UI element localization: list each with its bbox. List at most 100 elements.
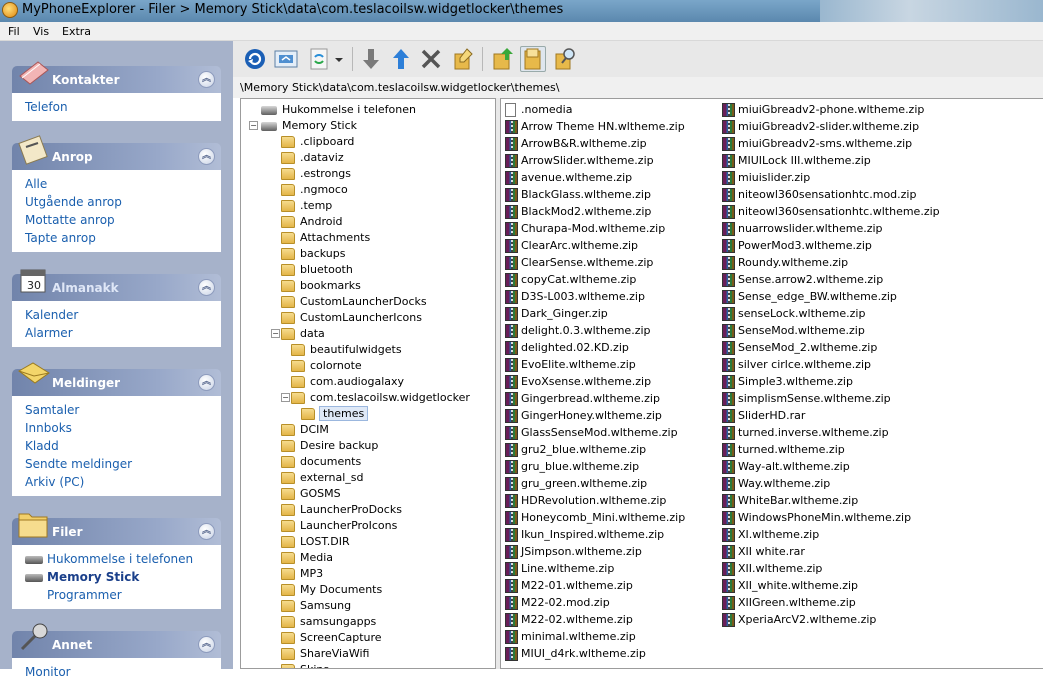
tree-node[interactable]: external_sd	[281, 470, 363, 486]
file-item[interactable]: XIIGreen.wltheme.zip	[722, 594, 856, 611]
tree-node[interactable]: .dataviz	[281, 150, 344, 166]
file-item[interactable]: MIUI_d4rk.wltheme.zip	[505, 645, 646, 662]
file-item[interactable]: WhiteBar.wltheme.zip	[722, 492, 858, 509]
file-item[interactable]: XI.wltheme.zip	[722, 526, 819, 543]
file-item[interactable]: BlackMod2.wltheme.zip	[505, 203, 651, 220]
tree-node[interactable]: .clipboard	[281, 134, 354, 150]
tree-node[interactable]: documents	[281, 454, 361, 470]
file-item[interactable]: M22-02.mod.zip	[505, 594, 610, 611]
tree-node[interactable]: bookmarks	[281, 278, 361, 294]
sidebar-item[interactable]: Mottatte anrop	[25, 211, 220, 229]
search-button[interactable]	[552, 46, 578, 72]
file-item[interactable]: delighted.02.KD.zip	[505, 339, 629, 356]
tree-node[interactable]: beautifulwidgets	[291, 342, 402, 358]
file-item[interactable]: EvoElite.wltheme.zip	[505, 356, 636, 373]
sidebar-item[interactable]: Memory Stick	[25, 568, 220, 586]
file-item[interactable]: gru_green.wltheme.zip	[505, 475, 647, 492]
collapse-icon[interactable]: ︽	[198, 148, 215, 165]
file-item[interactable]: Simple3.wltheme.zip	[722, 373, 853, 390]
tree-node[interactable]: LauncherProDocks	[281, 502, 402, 518]
delete-button[interactable]	[418, 46, 444, 72]
tree-node[interactable]: samsungapps	[281, 614, 376, 630]
file-item[interactable]: Way-alt.wltheme.zip	[722, 458, 850, 475]
tree-node[interactable]: Hukommelse i telefonen	[261, 102, 416, 118]
tree-node[interactable]: colornote	[291, 358, 362, 374]
sidebar-item[interactable]: Tapte anrop	[25, 229, 220, 247]
tree-node[interactable]: .ngmoco	[281, 182, 348, 198]
transfer-dropdown-button[interactable]	[333, 46, 345, 72]
sidebar-item[interactable]: Kalender	[25, 306, 220, 324]
tree-node[interactable]: Android	[281, 214, 343, 230]
file-item[interactable]: WindowsPhoneMin.wltheme.zip	[722, 509, 911, 526]
sidebar-item[interactable]: Telefon	[25, 98, 220, 116]
collapse-toggle-icon[interactable]: −	[271, 329, 280, 338]
file-item[interactable]: SenseMod_2.wltheme.zip	[722, 339, 877, 356]
file-item[interactable]: ClearSense.wltheme.zip	[505, 254, 653, 271]
file-item[interactable]: ArrowB&R.wltheme.zip	[505, 135, 647, 152]
collapse-icon[interactable]: ︽	[198, 374, 215, 391]
file-item[interactable]: miuiGbreadv2-sms.wltheme.zip	[722, 135, 912, 152]
download-button[interactable]	[358, 46, 384, 72]
sidebar-item[interactable]: Programmer	[25, 586, 220, 604]
upload-button[interactable]	[388, 46, 414, 72]
sidebar-item[interactable]: Innboks	[25, 419, 220, 437]
sidebar-item[interactable]: Samtaler	[25, 401, 220, 419]
collapse-icon[interactable]: ︽	[198, 523, 215, 540]
file-item[interactable]: avenue.wltheme.zip	[505, 169, 632, 186]
file-item[interactable]: miuislider.zip	[722, 169, 810, 186]
tree-node[interactable]: ScreenCapture	[281, 630, 382, 646]
file-item[interactable]: Dark_Ginger.zip	[505, 305, 608, 322]
file-item[interactable]: Sense_edge_BW.wltheme.zip	[722, 288, 897, 305]
file-item[interactable]: Ikun_Inspired.wltheme.zip	[505, 526, 664, 543]
file-item[interactable]: minimal.wltheme.zip	[505, 628, 636, 645]
sidebar-item[interactable]: Utgående anrop	[25, 193, 220, 211]
file-item[interactable]: simplismSense.wltheme.zip	[722, 390, 891, 407]
file-item[interactable]: PowerMod3.wltheme.zip	[722, 237, 872, 254]
collapse-icon[interactable]: ︽	[198, 279, 215, 296]
tree-node[interactable]: CustomLauncherIcons	[281, 310, 422, 326]
tree-node[interactable]: bluetooth	[281, 262, 353, 278]
file-item[interactable]: Honeycomb_Mini.wltheme.zip	[505, 509, 685, 526]
tree-node[interactable]: DCIM	[281, 422, 329, 438]
file-item[interactable]: GingerHoney.wltheme.zip	[505, 407, 662, 424]
tree-node[interactable]: MP3	[281, 566, 323, 582]
group-header-kontakter[interactable]: Kontakter ︽	[12, 61, 221, 93]
sidebar-item[interactable]: Hukommelse i telefonen	[25, 550, 220, 568]
tree-node[interactable]: Desire backup	[281, 438, 378, 454]
file-item[interactable]: JSimpson.wltheme.zip	[505, 543, 642, 560]
tree-node[interactable]: My Documents	[281, 582, 382, 598]
file-item[interactable]: HDRevolution.wltheme.zip	[505, 492, 666, 509]
file-item[interactable]: Way.wltheme.zip	[722, 475, 830, 492]
file-item[interactable]: delight.0.3.wltheme.zip	[505, 322, 651, 339]
tree-node[interactable]: GOSMS	[281, 486, 341, 502]
file-item[interactable]: ArrowSlider.wltheme.zip	[505, 152, 654, 169]
file-item[interactable]: gru2_blue.wltheme.zip	[505, 441, 646, 458]
collapse-icon[interactable]: ︽	[198, 71, 215, 88]
tree-node[interactable]: data	[281, 326, 325, 342]
sidebar-item[interactable]: Sendte meldinger	[25, 455, 220, 473]
tree-node[interactable]: Samsung	[281, 598, 351, 614]
file-item[interactable]: ClearArc.wltheme.zip	[505, 237, 638, 254]
folder-tree[interactable]: Hukommelse i telefonen Memory Stick − .clip…	[240, 98, 496, 669]
file-item[interactable]: MIUILock III.wltheme.zip	[722, 152, 871, 169]
file-item[interactable]: XII white.rar	[722, 543, 805, 560]
group-header-filer[interactable]: Filer ︽	[12, 513, 221, 545]
file-list[interactable]: .nomedia Arrow Theme HN.wltheme.zip ArrowB…	[500, 98, 1043, 669]
sidebar-item[interactable]: Alle	[25, 175, 220, 193]
file-item[interactable]: Line.wltheme.zip	[505, 560, 614, 577]
tree-node[interactable]: Memory Stick	[261, 118, 357, 134]
file-item[interactable]: miuiGbreadv2-phone.wltheme.zip	[722, 101, 924, 118]
file-item[interactable]: Gingerbread.wltheme.zip	[505, 390, 660, 407]
file-item[interactable]: gru_blue.wltheme.zip	[505, 458, 639, 475]
file-item[interactable]: turned.inverse.wltheme.zip	[722, 424, 889, 441]
new-folder-button[interactable]	[490, 46, 516, 72]
file-item[interactable]: miuiGbreadv2-slider.wltheme.zip	[722, 118, 919, 135]
tree-node[interactable]: LauncherProIcons	[281, 518, 397, 534]
file-item[interactable]: Churapa-Mod.wltheme.zip	[505, 220, 665, 237]
menu-extra[interactable]: Extra	[62, 25, 91, 38]
group-header-annet[interactable]: Annet ︽	[12, 623, 221, 658]
file-item[interactable]: niteowl360sensationhtc.wltheme.zip	[722, 203, 940, 220]
menu-vis[interactable]: Vis	[33, 25, 49, 38]
file-item[interactable]: Arrow Theme HN.wltheme.zip	[505, 118, 685, 135]
folder-view-button[interactable]	[520, 46, 546, 72]
